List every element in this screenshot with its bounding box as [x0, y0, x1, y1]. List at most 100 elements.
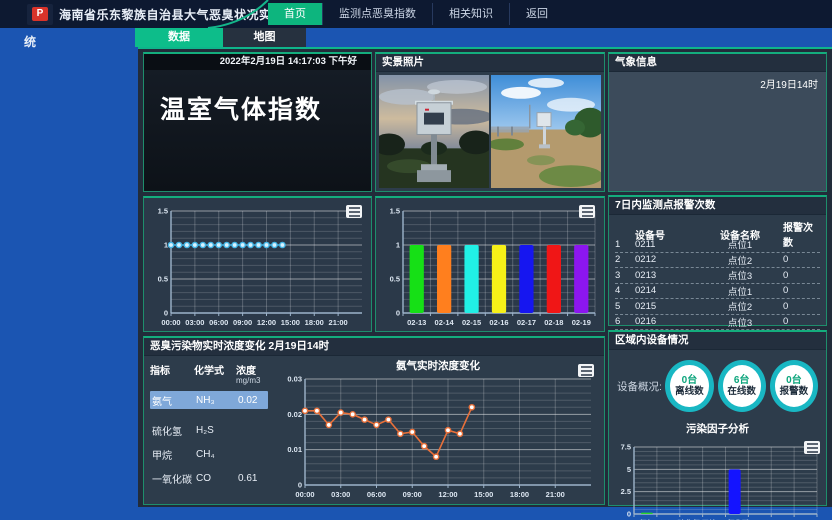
tab-map[interactable]: 地图 [223, 28, 306, 47]
site-photo-1 [379, 75, 489, 188]
chart-menu-icon[interactable] [804, 441, 820, 454]
daily-odor-chart-panel: 00.511.502-1302-1402-1502-1602-1702-1802… [375, 196, 605, 332]
svg-text:02-17: 02-17 [517, 318, 536, 327]
ghg-index-chart-panel: 00.511.500:0003:0006:0009:0012:0015:0018… [143, 196, 372, 332]
svg-text:21:00: 21:00 [329, 318, 348, 327]
photos-body [376, 72, 604, 191]
concentration-unit: mg/m3 [236, 376, 272, 385]
photos-panel-header: 实景照片 [376, 54, 604, 72]
svg-text:0.02: 0.02 [287, 410, 302, 419]
svg-text:00:00: 00:00 [161, 318, 180, 327]
svg-text:03:00: 03:00 [185, 318, 204, 327]
svg-text:02-13: 02-13 [407, 318, 426, 327]
nh3-trend-chart: 00.010.020.0300:0003:0006:0009:0012:0015… [273, 357, 603, 503]
ghg-index-chart: 00.511.500:0003:0006:0009:0012:0015:0018… [145, 199, 370, 330]
svg-text:0.03: 0.03 [287, 375, 302, 384]
title-overflow-char: 统 [24, 33, 36, 50]
odor-panel-body: 指标 化学式 浓度 mg/m3 氨气NH₃0.02 硫化氢H₂S 甲烷CH₄ 一氧化碳… [144, 356, 604, 504]
svg-text:0: 0 [627, 510, 631, 519]
svg-text:09:00: 09:00 [403, 490, 422, 499]
site-photo-2-image [491, 75, 601, 188]
col-formula: 化学式 [194, 362, 236, 377]
svg-text:12:00: 12:00 [438, 490, 457, 499]
alarm-table-row: 20212点位20 [615, 253, 820, 269]
svg-text:00:00: 00:00 [295, 490, 314, 499]
nh3-chart-area: 00.010.020.0300:0003:0006:0009:0012:0015… [272, 356, 604, 504]
odor-realtime-panel: 恶臭污染物实时浓度变化 2月19日14时 指标 化学式 浓度 mg/m3 氨气N… [143, 336, 605, 505]
main-nav: 首页 监测点恶臭指数 相关知识 返回 [268, 3, 564, 25]
svg-text:06:00: 06:00 [209, 318, 228, 327]
alarm-table: 设备号 设备名称 报警次数 10211点位1020212点位2030213点位3… [609, 215, 826, 330]
tab-data[interactable]: 数据 [135, 28, 223, 47]
svg-text:5: 5 [627, 465, 631, 474]
view-tabs: 数据 地图 [135, 28, 306, 47]
nav-item-back[interactable]: 返回 [509, 3, 564, 25]
site-photo-1-image [379, 75, 489, 188]
weather-panel-header: 气象信息 [609, 54, 826, 72]
stat-alarm-count: 0台 报警数 [770, 360, 818, 412]
svg-text:21:00: 21:00 [546, 490, 565, 499]
svg-text:0.5: 0.5 [390, 275, 400, 284]
nav-item-knowledge[interactable]: 相关知识 [432, 3, 509, 25]
svg-text:氨气实时浓度变化: 氨气实时浓度变化 [396, 359, 480, 372]
svg-text:06:00: 06:00 [367, 490, 386, 499]
weather-body: 2月19日14时 [609, 72, 826, 191]
svg-text:1.5: 1.5 [158, 207, 168, 216]
odor-table-row: 甲烷CH₄ [150, 445, 268, 463]
current-datetime: 2022年2月19日 14:17:03 下午好 [144, 54, 371, 70]
pollution-chart-area: 02.557.5氨气硫化氢甲烷一氧化碳 [609, 438, 826, 520]
logo-glyph: P [32, 7, 48, 21]
svg-text:1: 1 [396, 241, 400, 250]
greeting-panel: 2022年2月19日 14:17:03 下午好 温室气体指数 [143, 52, 372, 192]
daily-odor-bar-chart: 00.511.502-1302-1402-1502-1602-1702-1802… [377, 199, 603, 330]
alarm-table-row: 40214点位10 [615, 284, 820, 300]
svg-text:2.5: 2.5 [621, 487, 631, 496]
col-indicator: 指标 [150, 362, 194, 377]
odor-table-row: 氨气NH₃0.02 [150, 391, 268, 409]
alarm-table-row: 30213点位30 [615, 268, 820, 284]
chart-menu-icon[interactable] [346, 205, 362, 218]
svg-text:09:00: 09:00 [233, 318, 252, 327]
svg-text:0.5: 0.5 [158, 275, 168, 284]
nav-item-home[interactable]: 首页 [268, 3, 322, 25]
page-title: 温室气体指数 [160, 90, 371, 126]
svg-text:12:00: 12:00 [257, 318, 276, 327]
svg-text:1.5: 1.5 [390, 207, 400, 216]
photos-panel: 实景照片 [375, 52, 605, 192]
app-window: P 海南省乐东黎族自治县大气恶臭状况实时发布系 首页 监测点恶臭指数 相关知识 … [0, 0, 832, 520]
alarm-table-header-row: 设备号 设备名称 报警次数 [615, 219, 820, 237]
svg-text:02-15: 02-15 [462, 318, 481, 327]
weather-panel: 气象信息 2月19日14时 [608, 52, 827, 192]
col-concentration: 浓度 [236, 362, 272, 377]
svg-text:15:00: 15:00 [281, 318, 300, 327]
svg-text:0: 0 [396, 309, 400, 318]
alarm-panel-header: 7日内监测点报警次数 [609, 197, 826, 215]
alarm-table-row: 10211点位10 [615, 237, 820, 253]
stat-offline-count: 0台 离线数 [665, 360, 713, 412]
weather-date: 2月19日14时 [760, 76, 818, 91]
site-photo-2 [491, 75, 601, 188]
pollution-chart-title: 污染因子分析 [609, 421, 826, 436]
stat-online-count: 6台 在线数 [718, 360, 766, 412]
app-logo-icon: P [27, 4, 53, 25]
alarm-table-row: 50215点位20 [615, 299, 820, 315]
svg-text:15:00: 15:00 [474, 490, 493, 499]
svg-text:0.01: 0.01 [287, 445, 302, 454]
svg-text:0: 0 [298, 481, 302, 490]
top-navbar: P 海南省乐东黎族自治县大气恶臭状况实时发布系 首页 监测点恶臭指数 相关知识 … [0, 0, 832, 28]
svg-text:7.5: 7.5 [621, 443, 631, 452]
odor-concentration-table: 指标 化学式 浓度 mg/m3 氨气NH₃0.02 硫化氢H₂S 甲烷CH₄ 一氧化碳… [144, 356, 272, 504]
alarm-table-row: 60216点位30 [615, 315, 820, 331]
pollution-factor-chart: 02.557.5氨气硫化氢甲烷一氧化碳 [610, 439, 825, 520]
svg-text:02-19: 02-19 [572, 318, 591, 327]
alarm-table-panel: 7日内监测点报警次数 设备号 设备名称 报警次数 10211点位1020212点… [608, 195, 827, 326]
odor-table-row: 硫化氢H₂S [150, 421, 268, 439]
svg-text:1: 1 [164, 241, 168, 250]
chart-menu-icon[interactable] [578, 364, 594, 377]
svg-text:0: 0 [164, 309, 168, 318]
dashboard: 2022年2月19日 14:17:03 下午好 温室气体指数 实景照片 [138, 47, 832, 507]
odor-table-row: 一氧化碳CO0.61 [150, 469, 268, 487]
chart-menu-icon[interactable] [579, 205, 595, 218]
svg-text:02-16: 02-16 [489, 318, 508, 327]
nav-item-odor-index[interactable]: 监测点恶臭指数 [322, 3, 432, 25]
